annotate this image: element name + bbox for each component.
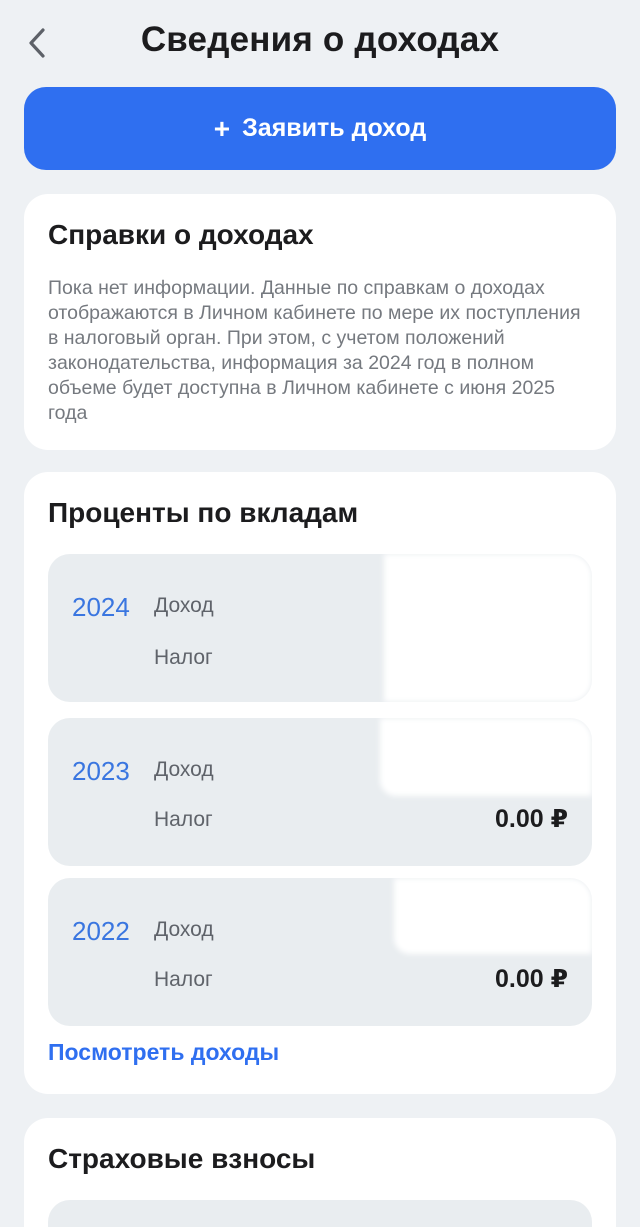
tax-value: 0.00 ₽ (495, 805, 568, 833)
page-title: Сведения о доходах (140, 20, 500, 59)
declare-income-button[interactable]: + Заявить доход (24, 87, 616, 170)
view-income-link[interactable]: Посмотреть доходы (48, 1039, 279, 1066)
insurance-contributions-panel[interactable] (48, 1200, 592, 1227)
year-label: 2022 (72, 916, 130, 946)
redaction-mask (394, 878, 592, 954)
income-certificates-title: Справки о доходах (48, 219, 314, 250)
year-label: 2024 (72, 592, 130, 622)
declare-income-label: Заявить доход (242, 114, 427, 142)
income-info-screen: Сведения о доходах + Заявить доход Справ… (0, 0, 640, 1227)
tax-label: Налог (154, 968, 213, 991)
insurance-contributions-card: Страховые взносы (24, 1118, 616, 1227)
income-certificates-card: Справки о доходах Пока нет информации. Д… (24, 194, 616, 450)
plus-icon: + (213, 112, 231, 144)
tax-label: Налог (154, 646, 213, 669)
deposit-interest-card: Проценты по вкладам 2024 Доход Налог 202… (24, 472, 616, 1094)
tax-label: Налог (154, 808, 213, 831)
header: Сведения о доходах (0, 0, 640, 82)
year-label: 2023 (72, 756, 130, 786)
redaction-mask (380, 718, 592, 796)
insurance-contributions-title: Страховые взносы (48, 1143, 316, 1174)
income-label: Доход (154, 594, 214, 617)
redaction-mask (384, 554, 592, 702)
deposit-year-row-2022[interactable]: 2022 Доход Налог 0.00 ₽ (48, 878, 592, 1026)
tax-value: 0.00 ₽ (495, 965, 568, 993)
income-label: Доход (154, 758, 214, 781)
deposit-interest-title: Проценты по вкладам (48, 497, 359, 528)
deposit-year-row-2024[interactable]: 2024 Доход Налог (48, 554, 592, 702)
deposit-year-row-2023[interactable]: 2023 Доход Налог 0.00 ₽ (48, 718, 592, 866)
income-label: Доход (154, 918, 214, 941)
income-certificates-text: Пока нет информации. Данные по справкам … (48, 277, 581, 424)
